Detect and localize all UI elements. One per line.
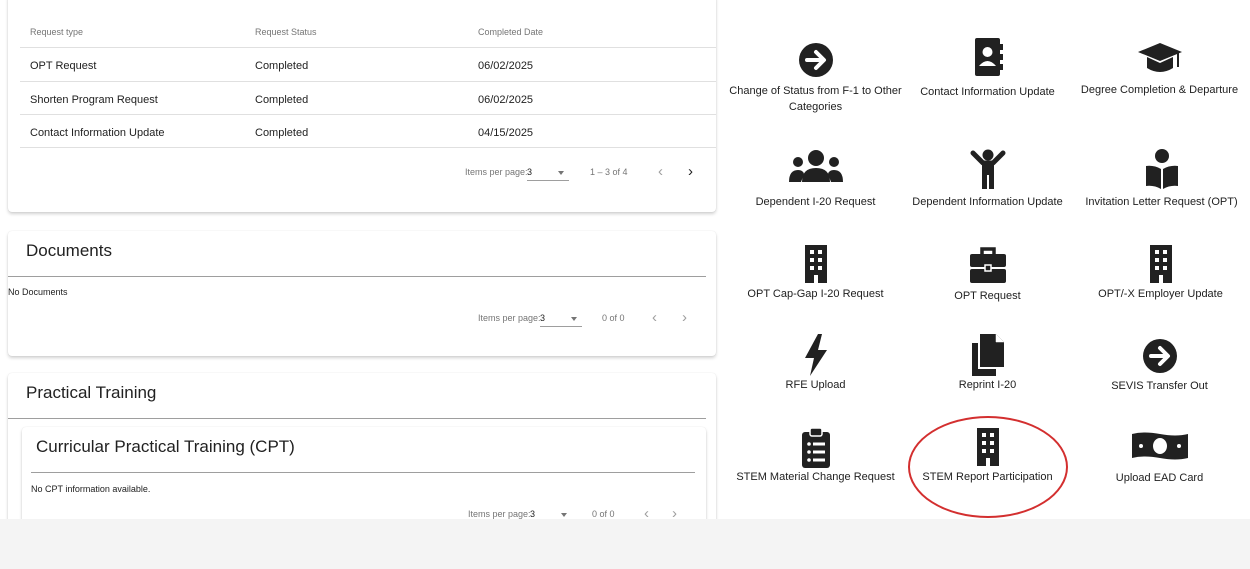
group-icon [788, 150, 843, 182]
action-label: OPT Request [954, 290, 1021, 302]
next-page-button[interactable]: › [688, 163, 693, 180]
items-per-page-label: Items per page: [465, 167, 528, 177]
table-row[interactable]: OPT Request Completed 06/02/2025 [20, 54, 716, 82]
action-label: Dependent Information Update [912, 196, 1063, 208]
arrow-right-circle-icon [1142, 339, 1177, 373]
items-per-page-select[interactable]: 3 [527, 167, 569, 181]
items-per-page-value: 3 [527, 167, 533, 177]
action-label: OPT Cap-Gap I-20 Request [747, 288, 884, 300]
documents-title: Documents [26, 241, 112, 260]
completed-date-cell: 06/02/2025 [478, 94, 534, 106]
divider [8, 418, 706, 419]
arrow-right-circle-icon [798, 43, 833, 77]
empty-state-text: No Documents [8, 287, 68, 297]
lightning-bolt-icon [804, 334, 827, 376]
completed-date-cell: 04/15/2025 [478, 127, 534, 139]
items-per-page-value: 3 [540, 313, 546, 323]
action-tile-dependent-information-update[interactable]: Dependent Information Update [900, 148, 1075, 210]
previous-page-button[interactable]: ‹ [658, 163, 663, 180]
paginator: Items per page: 3 1 – 3 of 4 ‹ › [465, 163, 705, 187]
action-tile-degree-completion[interactable]: Degree Completion & Departure [1072, 40, 1247, 98]
action-tile-dependent-i20-request[interactable]: Dependent I-20 Request [728, 148, 903, 210]
action-tile-stem-material-change[interactable]: STEM Material Change Request [728, 427, 903, 485]
range-label: 0 of 0 [592, 509, 615, 519]
practical-training-title: Practical Training [26, 383, 157, 402]
column-header-completed-date[interactable]: Completed Date [478, 27, 543, 37]
chevron-down-icon [571, 317, 577, 321]
request-status-cell: Completed [255, 94, 309, 106]
action-tile-opt-cap-gap[interactable]: OPT Cap-Gap I-20 Request [728, 244, 903, 302]
contact-book-icon [974, 38, 1003, 76]
action-label: Reprint I-20 [958, 379, 1017, 391]
documents-card: Documents No Documents Items per page: 3… [8, 231, 716, 356]
action-label: SEVIS Transfer Out [1111, 380, 1208, 392]
action-label: Dependent I-20 Request [755, 196, 876, 208]
request-type-cell: Contact Information Update [30, 127, 165, 139]
action-tile-opt-request[interactable]: OPT Request [900, 246, 1075, 304]
action-label: RFE Upload [785, 379, 846, 391]
building-icon [804, 245, 827, 283]
action-tile-reprint-i20[interactable]: Reprint I-20 [900, 333, 1075, 393]
paginator: Items per page: 3 0 of 0 ‹ › [478, 309, 708, 333]
column-header-request-type[interactable]: Request type [30, 27, 83, 37]
chevron-down-icon [558, 171, 564, 175]
next-page-button[interactable]: › [682, 309, 687, 326]
table-row[interactable]: Contact Information Update Completed 04/… [20, 120, 716, 148]
chevron-down-icon [561, 513, 567, 517]
building-icon [1149, 245, 1172, 283]
action-tile-sevis-transfer-out[interactable]: SEVIS Transfer Out [1072, 336, 1247, 394]
action-label: OPT/-X Employer Update [1098, 288, 1223, 300]
briefcase-icon [969, 247, 1006, 283]
graduation-cap-icon [1137, 43, 1182, 72]
divider [31, 472, 695, 473]
table-header-row: Request type Request Status Completed Da… [20, 20, 716, 48]
column-header-request-status[interactable]: Request Status [255, 27, 317, 37]
select-underline [527, 180, 569, 181]
copy-documents-icon [971, 334, 1004, 376]
completed-date-cell: 06/02/2025 [478, 60, 534, 72]
request-type-cell: Shorten Program Request [30, 94, 158, 106]
items-per-page-value: 3 [530, 509, 536, 519]
highlight-annotation-ring [908, 416, 1068, 518]
request-status-cell: Completed [255, 127, 309, 139]
table-row[interactable]: Shorten Program Request Completed 06/02/… [20, 87, 716, 115]
empty-state-text: No CPT information available. [31, 484, 151, 494]
previous-page-button[interactable]: ‹ [652, 309, 657, 326]
action-label: Upload EAD Card [1115, 472, 1204, 484]
requests-table-card: Request type Request Status Completed Da… [8, 0, 716, 212]
cpt-card: Curricular Practical Training (CPT) No C… [22, 427, 706, 533]
action-tile-invitation-letter-request[interactable]: Invitation Letter Request (OPT) [1074, 148, 1249, 210]
items-per-page-label: Items per page: [478, 313, 541, 323]
request-type-cell: OPT Request [30, 60, 97, 72]
action-tile-upload-ead-card[interactable]: Upload EAD Card [1072, 430, 1247, 486]
action-tile-rfe-upload[interactable]: RFE Upload [728, 333, 903, 393]
cpt-title: Curricular Practical Training (CPT) [36, 437, 295, 456]
footer-bar [0, 519, 1250, 569]
items-per-page-select[interactable]: 3 [540, 313, 582, 327]
range-label: 1 – 3 of 4 [590, 167, 628, 177]
items-per-page-label: Items per page: [468, 509, 531, 519]
reader-book-icon [1145, 149, 1178, 189]
action-label: Change of Status from F-1 to Other Categ… [729, 85, 902, 113]
action-tile-opt-employer-update[interactable]: OPT/-X Employer Update [1073, 244, 1248, 302]
action-tile-change-of-status[interactable]: Change of Status from F-1 to Other Categ… [728, 40, 903, 115]
action-label: Contact Information Update [920, 86, 1055, 98]
select-underline [540, 326, 582, 327]
person-arms-up-icon [970, 149, 1005, 189]
divider [8, 276, 706, 277]
range-label: 0 of 0 [602, 313, 625, 323]
clipboard-list-icon [801, 427, 830, 468]
money-card-icon [1131, 432, 1188, 460]
action-label: Invitation Letter Request (OPT) [1085, 196, 1238, 208]
action-tile-contact-information-update[interactable]: Contact Information Update [900, 36, 1075, 100]
request-status-cell: Completed [255, 60, 309, 72]
action-label: STEM Material Change Request [736, 471, 895, 483]
action-label: Degree Completion & Departure [1080, 84, 1239, 96]
